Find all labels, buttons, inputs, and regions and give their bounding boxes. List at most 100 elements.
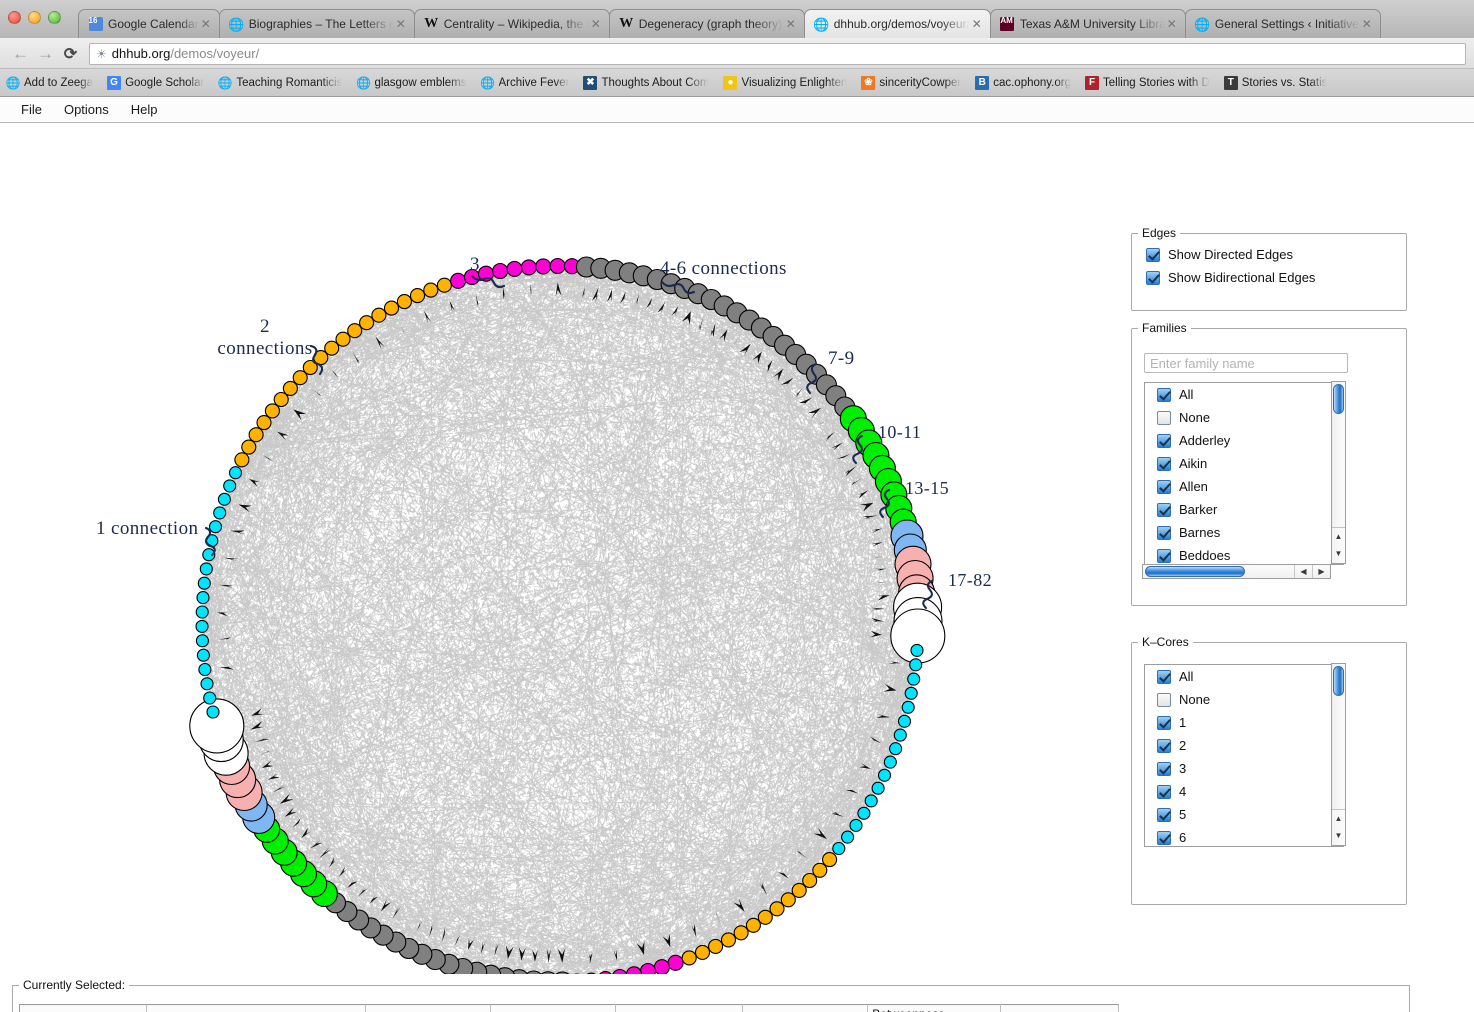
graph-node[interactable] [520,259,537,276]
zoom-window-button[interactable] [48,11,61,24]
graph-node[interactable] [450,272,467,289]
graph-node[interactable] [197,576,211,590]
graph-node[interactable] [206,705,220,719]
graph-node[interactable] [780,892,796,908]
graph-node[interactable] [282,380,298,396]
menu-file[interactable]: File [10,98,53,122]
graph-node[interactable] [208,520,223,534]
checkbox-icon[interactable] [1157,830,1171,845]
close-window-button[interactable] [8,11,21,24]
browser-tab[interactable]: 16 Google Calendar ✕ [78,9,220,38]
graph-node[interactable] [535,258,552,275]
graph-node[interactable] [864,794,878,808]
graph-node[interactable] [198,662,212,677]
graph-node[interactable] [549,257,566,275]
graph-node[interactable] [347,323,363,339]
bookmark-item[interactable]: 🌐 glasgow emblems [356,76,467,90]
family-item-row[interactable]: Barker [1145,498,1343,521]
table-column-header[interactable]: Type [19,1004,147,1012]
network-graph-canvas[interactable]: 1 connection 2 connections 3 4-6 connect… [0,124,1120,974]
table-column-header[interactable]: Incoming [365,1004,491,1012]
checkbox-icon[interactable] [1157,807,1171,822]
graph-node[interactable] [849,818,863,832]
graph-node[interactable] [248,427,264,443]
graph-node[interactable] [871,781,885,795]
checkbox-icon[interactable] [1157,479,1171,494]
checkbox-icon[interactable] [1157,669,1171,684]
graph-node[interactable] [200,677,214,691]
graph-node[interactable] [264,403,280,419]
checkbox-icon[interactable] [1157,715,1171,730]
families-hscroll-thumb[interactable] [1145,566,1245,577]
graph-node[interactable] [708,938,724,954]
graph-node[interactable] [907,672,921,686]
table-column-header[interactable]: Name [146,1004,366,1012]
family-item-row[interactable]: Adderley [1145,429,1343,452]
graph-node[interactable] [196,591,210,605]
kcore-item-row[interactable]: 5 [1145,803,1343,826]
close-tab-icon[interactable]: ✕ [394,17,408,31]
bookmark-item[interactable]: ● Visualizing Enlighten [723,75,847,90]
close-tab-icon[interactable]: ✕ [589,17,603,31]
graph-node[interactable] [901,700,915,714]
checkbox-icon[interactable] [1157,525,1171,540]
scroll-down-icon[interactable]: ▼ [1332,827,1345,844]
kcore-item-row[interactable]: 2 [1145,734,1343,757]
browser-tab[interactable]: W Degeneracy (graph theory) – ✕ [608,9,805,38]
graph-node[interactable] [196,648,210,662]
edge-option-row[interactable]: Show Directed Edges [1132,243,1406,266]
graph-node[interactable] [396,294,412,310]
menu-help[interactable]: Help [120,98,169,122]
bookmark-item[interactable]: F Telling Stories with D [1085,75,1210,90]
graph-node[interactable] [667,954,684,971]
kcore-item-row[interactable]: None [1145,688,1343,711]
graph-node[interactable] [506,260,523,277]
graph-node[interactable] [234,452,250,468]
graph-node[interactable] [241,439,257,455]
close-tab-icon[interactable]: ✕ [1360,17,1374,31]
graph-node[interactable] [409,288,426,304]
bookmark-item[interactable]: ✖ Thoughts About Com [583,75,709,90]
graph-node[interactable] [910,643,924,657]
checkbox-icon[interactable] [1157,738,1171,753]
url-input[interactable]: ☀ dhhub.org /demos/voyeur/ [89,42,1466,65]
graph-node[interactable] [202,548,216,562]
edge-option-row[interactable]: Show Bidirectional Edges [1132,266,1406,289]
graph-node[interactable] [213,506,227,520]
scroll-left-icon[interactable]: ◀ [1294,565,1312,578]
checkbox-icon[interactable] [1146,247,1160,262]
kcores-vertical-scrollbar[interactable]: ▲ ▼ [1331,663,1346,846]
graph-node[interactable] [217,492,231,506]
close-tab-icon[interactable]: ✕ [1165,17,1179,31]
browser-tab[interactable]: 🌐 Biographies – The Letters of ✕ [218,9,415,38]
bookmark-item[interactable]: 🌐 Archive Fever [480,76,569,90]
checkbox-icon[interactable] [1157,502,1171,517]
graph-node[interactable] [463,268,481,286]
family-item-row[interactable]: Beddoes [1145,544,1343,564]
graph-node[interactable] [639,962,657,975]
table-column-header[interactable]: Degree Centrality [742,1004,869,1012]
kcores-list[interactable]: AllNone1234567 [1144,664,1344,847]
graph-node[interactable] [681,950,697,966]
graph-node[interactable] [904,686,918,700]
scroll-up-icon[interactable]: ▲ [1332,528,1345,545]
scroll-right-icon[interactable]: ▶ [1312,565,1330,578]
graph-node[interactable] [436,277,452,293]
minimize-window-button[interactable] [28,11,41,24]
checkbox-icon[interactable] [1157,692,1171,707]
close-tab-icon[interactable]: ✕ [970,17,984,31]
kcores-vscroll-arrows[interactable]: ▲ ▼ [1332,809,1345,845]
families-hscroll-arrows[interactable]: ◀ ▶ [1294,565,1330,578]
kcore-item-row[interactable]: 6 [1145,826,1343,846]
graph-node[interactable] [205,534,219,548]
graph-node[interactable] [477,265,495,282]
graph-node[interactable] [745,917,761,933]
checkbox-icon[interactable] [1146,270,1160,285]
graph-node[interactable] [653,959,670,974]
table-column-header[interactable]: Betweenness Centralty [867,1004,1001,1012]
bookmark-item[interactable]: 🌐 Add to Zeega [6,76,94,90]
bookmark-item[interactable]: 🌐 Teaching Romanticis [218,76,343,90]
graph-node[interactable] [889,742,903,756]
checkbox-icon[interactable] [1157,761,1171,776]
graph-node[interactable] [203,691,217,705]
